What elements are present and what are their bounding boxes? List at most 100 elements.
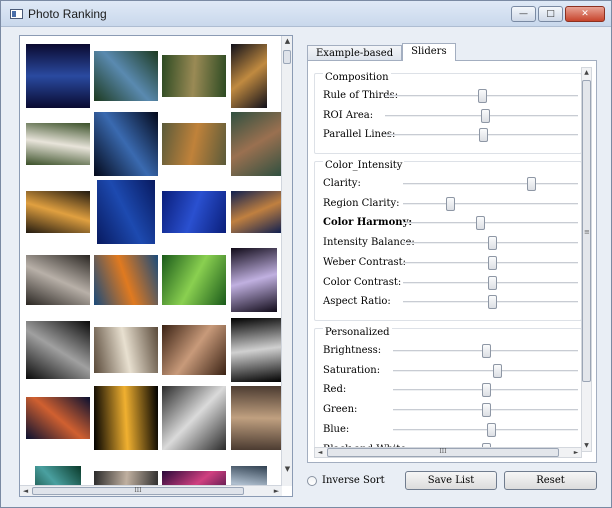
slider-track[interactable]	[385, 89, 578, 103]
slider-row-saturation: Saturation:	[323, 363, 581, 379]
slider-handle[interactable]	[481, 108, 491, 123]
slider-track[interactable]	[403, 236, 578, 251]
slider-handle[interactable]	[488, 236, 498, 251]
scroll-up-arrow-icon[interactable]: ▲	[282, 36, 292, 47]
inverse-sort-label: Inverse Sort	[322, 475, 385, 486]
slider-track[interactable]	[393, 403, 578, 418]
sliders-vertical-scroll-thumb[interactable]: ≡	[582, 80, 591, 382]
slider-track[interactable]	[393, 363, 578, 378]
slider-track[interactable]	[403, 255, 578, 270]
slider-row-color-harmony: Color Harmony:	[323, 215, 581, 231]
slider-row-blue: Blue:	[323, 422, 581, 438]
photo-thumbnail-flower-vase[interactable]	[94, 386, 158, 450]
photo-thumbnail-grass-seed[interactable]	[162, 55, 226, 97]
window-title: Photo Ranking	[28, 7, 107, 21]
slider-handle[interactable]	[446, 196, 456, 211]
slider-track[interactable]	[403, 275, 578, 290]
photo-thumbnail-brick-building[interactable]	[231, 386, 281, 450]
photo-thumbnail-capitol-night[interactable]	[94, 112, 158, 176]
slider-handle[interactable]	[487, 422, 497, 437]
slider-track[interactable]	[385, 128, 578, 143]
photo-thumbnail-sunset-city[interactable]	[26, 191, 90, 233]
photo-thumbnail-ferris-wheel[interactable]	[231, 44, 267, 108]
tab-sliders[interactable]: Sliders	[402, 43, 456, 61]
slider-group-title: Color_Intensity	[323, 160, 405, 171]
photo-thumbnail-tiger[interactable]	[162, 123, 226, 165]
scroll-down-arrow-icon[interactable]: ▼	[282, 464, 292, 475]
slider-handle[interactable]	[488, 295, 498, 310]
save-list-button[interactable]: Save List	[405, 471, 497, 490]
scroll-left-arrow-icon[interactable]: ◄	[20, 486, 31, 496]
photo-thumbnail-golden-gate[interactable]	[26, 397, 90, 439]
slider-handle[interactable]	[526, 177, 536, 191]
photo-thumbnail-spiral[interactable]	[94, 471, 158, 486]
photo-vertical-scrollbar[interactable]: ▲ ▼	[281, 36, 292, 486]
photo-vertical-scroll-thumb[interactable]	[283, 50, 291, 64]
slider-handle[interactable]	[481, 403, 491, 418]
photo-thumbnail-dragonfly[interactable]	[94, 51, 158, 101]
sliders-horizontal-scroll-thumb[interactable]: III	[327, 448, 559, 457]
slider-group-color-intensity: Color_Intensity Clarity: Region Clarity: Co…	[314, 160, 582, 321]
photo-thumbnail-aerial-coast[interactable]	[35, 466, 81, 486]
photo-horizontal-scrollbar[interactable]: ◄ III ►	[20, 485, 282, 496]
slider-handle[interactable]	[477, 89, 487, 103]
slider-track[interactable]	[393, 422, 578, 437]
slider-track[interactable]	[393, 344, 578, 358]
slider-handle[interactable]	[481, 383, 491, 398]
slider-track[interactable]	[403, 177, 578, 191]
slider-handle[interactable]	[481, 344, 491, 358]
slider-label: Color Harmony:	[323, 217, 413, 229]
scroll-up-arrow-icon[interactable]: ▲	[582, 68, 591, 78]
slider-track[interactable]	[403, 196, 578, 211]
ranking-tabs: Example-based Sliders	[307, 43, 456, 61]
title-bar[interactable]: Photo Ranking — □ ✕	[1, 1, 611, 27]
maximize-button[interactable]: □	[538, 6, 563, 22]
tab-example-based[interactable]: Example-based	[307, 45, 403, 61]
minimize-button[interactable]: —	[511, 6, 536, 22]
photo-thumbnail-dandelion-bw[interactable]	[231, 318, 281, 382]
slider-label: Clarity:	[323, 178, 361, 189]
photo-thumbnail-cyclist-silhouette[interactable]	[97, 180, 155, 244]
slider-row-brightness: Brightness:	[323, 343, 581, 359]
close-button[interactable]: ✕	[565, 6, 605, 22]
photo-thumbnail-goldfish[interactable]	[94, 255, 158, 305]
slider-track[interactable]	[403, 295, 578, 310]
slider-track[interactable]	[393, 383, 578, 398]
photo-thumbnail-purple-sky[interactable]	[162, 471, 226, 486]
slider-handle[interactable]	[488, 255, 498, 270]
scroll-down-arrow-icon[interactable]: ▼	[582, 441, 591, 451]
photo-thumbnail-frog-leaf[interactable]	[162, 255, 226, 305]
reset-button[interactable]: Reset	[504, 471, 597, 490]
slider-handle[interactable]	[476, 216, 485, 231]
sliders-vertical-scrollbar[interactable]: ▲ ≡ ▼	[581, 67, 592, 452]
photo-list-panel[interactable]: ▲ ▼ ◄ III ►	[19, 35, 293, 497]
scroll-right-arrow-icon[interactable]: ►	[571, 448, 581, 457]
slider-row-rule-of-thirds: Rule of Thirds:	[323, 88, 581, 104]
slider-handle[interactable]	[488, 275, 498, 290]
photo-thumbnail-clock[interactable]	[231, 112, 281, 176]
photo-thumbnail-harbor-dusk[interactable]	[231, 191, 281, 233]
slider-row-color-contrast: Color Contrast:	[323, 275, 581, 291]
scroll-right-arrow-icon[interactable]: ►	[271, 486, 282, 496]
scroll-left-arrow-icon[interactable]: ◄	[315, 448, 325, 457]
slider-label: Intensity Balance:	[323, 237, 415, 249]
photo-thumbnail-blue-sparkles[interactable]	[162, 191, 226, 233]
slider-handle[interactable]	[479, 128, 489, 143]
photo-thumbnail-tower-clouds[interactable]	[231, 466, 267, 486]
slider-handle[interactable]	[492, 363, 502, 378]
photo-thumbnail-night-bridge[interactable]	[26, 44, 90, 108]
sliders-horizontal-scrollbar[interactable]: ◄ III ►	[314, 447, 582, 458]
photo-thumbnail-white-flower[interactable]	[231, 248, 277, 312]
slider-row-region-clarity: Region Clarity:	[323, 196, 581, 212]
photo-horizontal-scroll-thumb[interactable]: III	[32, 487, 244, 495]
photo-thumbnail-skyline-night[interactable]	[26, 321, 90, 379]
photo-thumbnail-wall-hook[interactable]	[94, 327, 158, 373]
inverse-sort-radio[interactable]	[307, 475, 317, 486]
photo-thumbnail-hooded-child-bw[interactable]	[162, 386, 226, 450]
slider-track[interactable]	[385, 108, 578, 123]
photo-thumbnail-eagle[interactable]	[26, 123, 90, 165]
inverse-sort-option[interactable]: Inverse Sort	[307, 475, 385, 486]
slider-track[interactable]	[403, 216, 578, 231]
photo-thumbnail-cathedral-bw[interactable]	[26, 255, 90, 305]
photo-thumbnail-old-woman[interactable]	[162, 325, 226, 375]
